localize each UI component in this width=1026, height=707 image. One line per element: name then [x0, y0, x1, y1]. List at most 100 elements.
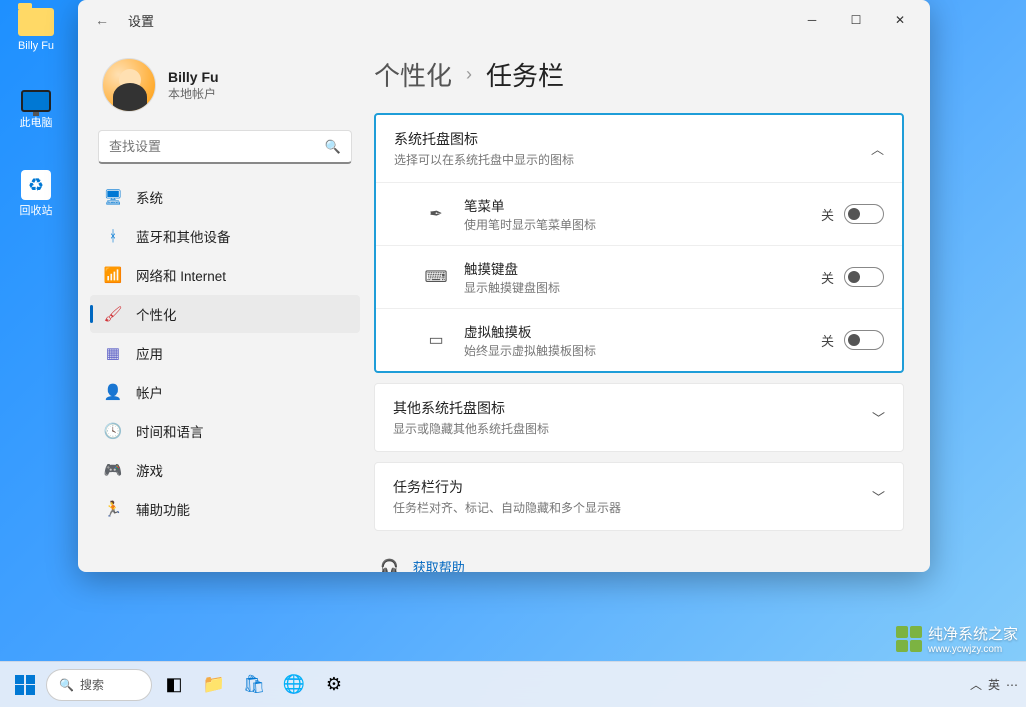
apps-icon: ▦	[104, 344, 122, 362]
pen-icon: ✒	[424, 204, 448, 224]
recycle-icon: ♻	[21, 170, 51, 200]
tray-more-icon[interactable]: ⋯	[1006, 678, 1018, 692]
tray-row-sub: 使用笔时显示笔菜单图标	[464, 216, 821, 233]
tray-row-sub: 显示触摸键盘图标	[464, 279, 821, 296]
person-icon: 👤	[104, 383, 122, 401]
get-help-label: 获取帮助	[413, 557, 465, 572]
start-button[interactable]	[8, 668, 42, 702]
toggle-state-label: 关	[821, 205, 834, 224]
toggle-state-label: 关	[821, 331, 834, 350]
file-explorer-button[interactable]: 📁	[196, 667, 232, 703]
nav-label: 蓝牙和其他设备	[136, 226, 231, 246]
nav-item-6[interactable]: 🕓 时间和语言	[90, 412, 360, 450]
gamepad-icon: 🎮	[104, 461, 122, 479]
toggle-switch[interactable]	[844, 267, 884, 287]
desktop-this-pc[interactable]: 此电脑	[12, 90, 60, 130]
desktop-pc-label: 此电脑	[20, 117, 53, 129]
nav-item-2[interactable]: 📶 网络和 Internet	[90, 256, 360, 294]
tray-card-sub: 选择可以在系统托盘中显示的图标	[394, 151, 871, 168]
search-box[interactable]: 🔍	[98, 130, 352, 164]
minimize-button[interactable]: ─	[790, 4, 834, 36]
chevron-down-icon: ﹀	[872, 487, 885, 506]
tray-row-title: 虚拟触摸板	[464, 321, 821, 341]
nav-label: 帐户	[136, 382, 163, 402]
toggle-state-label: 关	[821, 268, 834, 287]
brush-icon: 🖌	[104, 305, 122, 323]
search-icon: 🔍	[325, 139, 341, 155]
toggle-switch[interactable]	[844, 330, 884, 350]
keyboard-icon: ⌨	[424, 267, 448, 287]
tray-chevron-icon[interactable]: ︿	[970, 676, 982, 693]
other-card-title: 其他系统托盘图标	[393, 398, 872, 418]
chevron-right-icon: ›	[466, 64, 472, 85]
desktop-folder-label: Billy Fu	[18, 40, 54, 52]
taskbar-search-label: 搜索	[80, 676, 104, 693]
avatar	[102, 58, 156, 112]
other-tray-card[interactable]: 其他系统托盘图标 显示或隐藏其他系统托盘图标 ﹀	[374, 383, 904, 452]
tray-row-sub: 始终显示虚拟触摸板图标	[464, 342, 821, 359]
nav-label: 网络和 Internet	[136, 265, 226, 285]
back-button[interactable]: ←	[86, 4, 118, 36]
nav-item-5[interactable]: 👤 帐户	[90, 373, 360, 411]
desktop-recycle-bin[interactable]: ♻ 回收站	[12, 170, 60, 218]
breadcrumb-current: 任务栏	[486, 56, 564, 93]
tray-row-title: 笔菜单	[464, 195, 821, 215]
tray-card-title: 系统托盘图标	[394, 129, 871, 149]
taskbar-search[interactable]: 🔍 搜索	[46, 669, 152, 701]
taskbar-behavior-card[interactable]: 任务栏行为 任务栏对齐、标记、自动隐藏和多个显示器 ﹀	[374, 462, 904, 531]
watermark: 纯净系统之家 www.ycwjzy.com	[896, 623, 1018, 655]
tray-row-title: 触摸键盘	[464, 258, 821, 278]
window-title: 设置	[128, 11, 154, 30]
behavior-card-sub: 任务栏对齐、标记、自动隐藏和多个显示器	[393, 499, 872, 516]
sidebar: Billy Fu 本地帐户 🔍 🖥系统 ᚼ 蓝牙和其他设备 📶 网络和 Internet…	[78, 40, 368, 572]
profile-block[interactable]: Billy Fu 本地帐户	[90, 50, 368, 130]
tray-row-0: ✒ 笔菜单 使用笔时显示笔菜单图标 关	[376, 182, 902, 245]
nav-label: 个性化	[136, 304, 177, 324]
clock-icon: 🕓	[104, 422, 122, 440]
desktop-folder[interactable]: Billy Fu	[12, 8, 60, 52]
watermark-icon	[896, 626, 922, 652]
get-help-link[interactable]: 🎧 获取帮助	[380, 551, 904, 572]
ime-indicator[interactable]: 英	[988, 676, 1000, 693]
search-input[interactable]	[109, 139, 325, 154]
watermark-name: 纯净系统之家	[928, 626, 1018, 643]
edge-button[interactable]: 🌐	[276, 667, 312, 703]
nav-item-1[interactable]: ᚼ 蓝牙和其他设备	[90, 217, 360, 255]
search-icon: 🔍	[59, 678, 74, 692]
store-button[interactable]: 🛍	[236, 667, 272, 703]
behavior-card-title: 任务栏行为	[393, 477, 872, 497]
nav-item-8[interactable]: 🏃辅助功能	[90, 490, 360, 528]
nav-item-0[interactable]: 🖥系统	[90, 178, 360, 216]
nav-label: 应用	[136, 343, 163, 363]
display-icon: 🖥	[104, 188, 122, 206]
nav-list: 🖥系统 ᚼ 蓝牙和其他设备 📶 网络和 Internet 🖌 个性化 ▦ 应用 👤 帐户 🕓 时间和语言…	[90, 178, 368, 528]
touchpad-icon: ▭	[424, 330, 448, 350]
desktop-recycle-label: 回收站	[20, 205, 53, 217]
tray-row-2: ▭ 虚拟触摸板 始终显示虚拟触摸板图标 关	[376, 308, 902, 371]
close-button[interactable]: ✕	[878, 4, 922, 36]
tray-row-1: ⌨ 触摸键盘 显示触摸键盘图标 关	[376, 245, 902, 308]
settings-taskbar-button[interactable]: ⚙	[316, 667, 352, 703]
tray-card-header[interactable]: 系统托盘图标 选择可以在系统托盘中显示的图标 ︿	[376, 115, 902, 182]
task-view-button[interactable]: ◧	[156, 667, 192, 703]
watermark-url: www.ycwjzy.com	[928, 644, 1018, 655]
bluetooth-icon: ᚼ	[104, 227, 122, 245]
folder-icon	[18, 8, 54, 36]
tray-icons-card: 系统托盘图标 选择可以在系统托盘中显示的图标 ︿ ✒ 笔菜单 使用笔时显示笔菜单…	[374, 113, 904, 373]
nav-item-3[interactable]: 🖌 个性化	[90, 295, 360, 333]
nav-label: 时间和语言	[136, 421, 204, 441]
toggle-switch[interactable]	[844, 204, 884, 224]
nav-item-4[interactable]: ▦ 应用	[90, 334, 360, 372]
pc-icon	[21, 90, 51, 112]
chevron-down-icon: ﹀	[872, 408, 885, 427]
settings-window: ← 设置 ─ ☐ ✕ Billy Fu 本地帐户 🔍 🖥系统 ᚼ 蓝牙和其他设备 📶 网…	[78, 0, 930, 572]
breadcrumb-parent[interactable]: 个性化	[374, 56, 452, 93]
titlebar: ← 设置 ─ ☐ ✕	[78, 0, 930, 40]
wifi-icon: 📶	[104, 266, 122, 284]
taskbar: 🔍 搜索 ◧ 📁 🛍 🌐 ⚙ ︿ 英 ⋯	[0, 661, 1026, 707]
nav-item-7[interactable]: 🎮游戏	[90, 451, 360, 489]
windows-logo-icon	[15, 675, 35, 695]
maximize-button[interactable]: ☐	[834, 4, 878, 36]
profile-sub: 本地帐户	[168, 85, 219, 102]
profile-name: Billy Fu	[168, 69, 219, 85]
